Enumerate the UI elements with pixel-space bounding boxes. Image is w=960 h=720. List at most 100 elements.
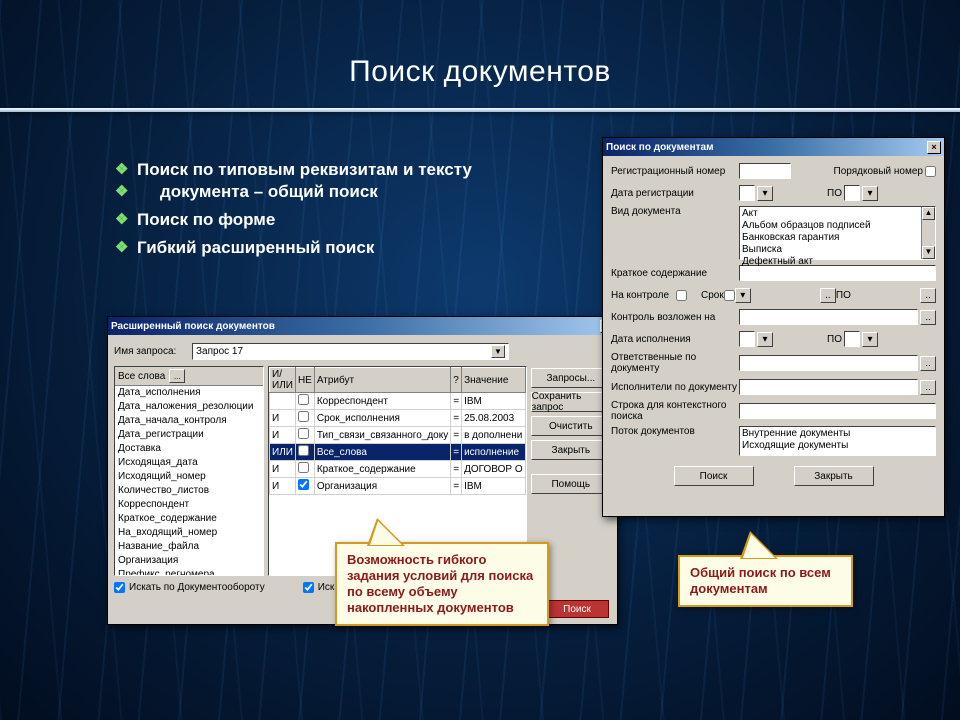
ellipsis-button[interactable]: .. xyxy=(820,288,836,303)
table-row[interactable]: ИЛИВсе_слова=исполнение xyxy=(270,444,526,461)
chevron-down-icon[interactable]: ▼ xyxy=(491,345,505,358)
calendar-icon[interactable]: ▾ xyxy=(735,288,751,303)
list-item[interactable]: Акт xyxy=(742,208,933,220)
list-item[interactable]: Дата_регистрации xyxy=(115,428,263,442)
regdate-from-input[interactable] xyxy=(739,185,755,201)
ordnum-label: Порядковый номер xyxy=(834,166,923,177)
scrollbar[interactable]: ▲ ▼ xyxy=(921,207,935,259)
search-button[interactable]: Поиск xyxy=(674,466,754,486)
po-label-1: ПО xyxy=(827,188,842,199)
list-item[interactable]: Дата_исполнения xyxy=(115,386,263,400)
not-checkbox[interactable] xyxy=(298,445,309,456)
list-item[interactable]: Префикс_регномера xyxy=(115,568,263,575)
not-checkbox[interactable] xyxy=(298,462,309,473)
calendar-icon[interactable]: ▾ xyxy=(757,332,773,347)
ellipsis-button[interactable]: ... xyxy=(169,369,185,383)
col-value[interactable]: Значение xyxy=(462,368,526,393)
list-item[interactable]: Исходящие документы xyxy=(742,440,933,452)
list-item[interactable]: Корреспондент xyxy=(115,498,263,512)
help-button[interactable]: Помощь xyxy=(531,474,611,494)
calendar-icon[interactable]: ▾ xyxy=(862,186,878,201)
po-label-3: ПО xyxy=(827,334,842,345)
fieldlist-header[interactable]: Все слова ... xyxy=(115,367,263,386)
scroll-up-icon[interactable]: ▲ xyxy=(922,207,935,220)
due-checkbox[interactable] xyxy=(724,290,735,301)
search-docflow-label: Искать по Документообороту xyxy=(129,582,265,593)
table-row[interactable]: ИСрок_исполнения=25.08.2003 xyxy=(270,410,526,427)
bullet-2: Поиск по форме xyxy=(115,210,472,230)
simple-search-window: Поиск по документам × Регистрационный но… xyxy=(602,137,945,517)
list-item[interactable]: Исходящая_дата xyxy=(115,456,263,470)
ellipsis-button[interactable]: .. xyxy=(920,310,936,325)
close-icon[interactable]: × xyxy=(927,141,941,154)
save-query-button[interactable]: Сохранить запрос xyxy=(531,392,611,412)
list-item[interactable]: Дата_наложения_резолюции xyxy=(115,400,263,414)
col-and-or[interactable]: И/ИЛИ xyxy=(270,368,296,393)
list-item[interactable]: Выписка xyxy=(742,244,933,256)
onctrl-checkbox[interactable] xyxy=(676,290,687,301)
regnum-label: Регистрационный номер xyxy=(611,166,739,177)
callout-simple: Общий поиск по всем документам xyxy=(678,555,853,607)
ellipsis-button[interactable]: .. xyxy=(920,288,936,303)
list-item[interactable]: Доставка xyxy=(115,442,263,456)
close-button[interactable]: Закрыть xyxy=(531,440,611,460)
list-item[interactable]: На_входящий_номер xyxy=(115,526,263,540)
query-select[interactable]: Запрос 17 ▼ xyxy=(192,343,509,360)
list-item[interactable]: Название_файла xyxy=(115,540,263,554)
regdate-to-input[interactable] xyxy=(844,185,860,201)
adv-titlebar[interactable]: Расширенный поиск документов × xyxy=(108,317,617,335)
bullet-3: Гибкий расширенный поиск xyxy=(115,238,472,258)
list-item[interactable]: Исходящий_номер xyxy=(115,470,263,484)
col-attr[interactable]: Атрибут xyxy=(314,368,450,393)
table-row[interactable]: ИОрганизация=IBM xyxy=(270,478,526,495)
queries-button[interactable]: Запросы... xyxy=(531,368,611,388)
list-item[interactable]: Внутренние документы xyxy=(742,428,933,440)
cancel-to-input[interactable] xyxy=(844,331,860,347)
clear-button[interactable]: Очистить xyxy=(531,416,611,436)
adv-title: Расширенный поиск документов xyxy=(111,321,600,332)
ellipsis-button[interactable]: .. xyxy=(920,356,936,371)
not-checkbox[interactable] xyxy=(298,394,309,405)
scroll-down-icon[interactable]: ▼ xyxy=(922,246,935,259)
ctx-input[interactable] xyxy=(739,403,936,419)
bullet-1-sub: . документа – общий поиск xyxy=(115,182,472,202)
exec-label: Исполнители по документу xyxy=(611,382,739,393)
exec-input[interactable] xyxy=(739,379,918,395)
simple-titlebar[interactable]: Поиск по документам × xyxy=(603,138,944,156)
doctype-label: Вид документа xyxy=(611,206,739,217)
summary-label: Краткое содержание xyxy=(611,268,739,279)
list-item[interactable]: Краткое_содержание xyxy=(115,512,263,526)
list-item[interactable]: Дата_начала_контроля xyxy=(115,414,263,428)
not-checkbox[interactable] xyxy=(298,428,309,439)
flow-listbox[interactable]: Внутренние документыИсходящие документы xyxy=(739,426,936,456)
list-item[interactable]: Альбом образцов подписей xyxy=(742,220,933,232)
search-docflow-checkbox[interactable] xyxy=(114,582,125,593)
col-op[interactable]: ? xyxy=(451,368,462,393)
cancel-from-input[interactable] xyxy=(739,331,755,347)
onctrl-label: На контроле xyxy=(611,290,676,301)
col-not[interactable]: НЕ xyxy=(295,368,314,393)
table-row[interactable]: Корреспондент=IBM xyxy=(270,393,526,410)
not-checkbox[interactable] xyxy=(298,411,309,422)
ctrl-assigned-input[interactable] xyxy=(739,309,918,325)
close-button[interactable]: Закрыть xyxy=(794,466,874,486)
not-checkbox[interactable] xyxy=(298,479,309,490)
simple-title: Поиск по документам xyxy=(606,142,927,153)
list-item[interactable]: Банковская гарантия xyxy=(742,232,933,244)
list-item[interactable]: Организация xyxy=(115,554,263,568)
search-button[interactable]: Поиск xyxy=(545,600,609,618)
query-value: Запрос 17 xyxy=(196,346,243,357)
ordnum-checkbox[interactable] xyxy=(925,166,936,177)
table-row[interactable]: ИКраткое_содержание=ДОГОВОР О xyxy=(270,461,526,478)
calendar-icon[interactable]: ▾ xyxy=(862,332,878,347)
search-archive-checkbox[interactable] xyxy=(303,582,314,593)
resp-input[interactable] xyxy=(739,355,918,371)
table-row[interactable]: ИТип_связи_связанного_доку=в дополнени xyxy=(270,427,526,444)
calendar-icon[interactable]: ▾ xyxy=(757,186,773,201)
regnum-input[interactable] xyxy=(739,163,791,179)
ellipsis-button[interactable]: .. xyxy=(920,380,936,395)
doctype-listbox[interactable]: АктАльбом образцов подписейБанковская га… xyxy=(739,206,936,260)
list-item[interactable]: Дефектный акт xyxy=(742,256,933,268)
list-item[interactable]: Количество_листов xyxy=(115,484,263,498)
field-listbox[interactable]: Все слова ... Дата_исполненияДата_наложе… xyxy=(114,366,264,576)
